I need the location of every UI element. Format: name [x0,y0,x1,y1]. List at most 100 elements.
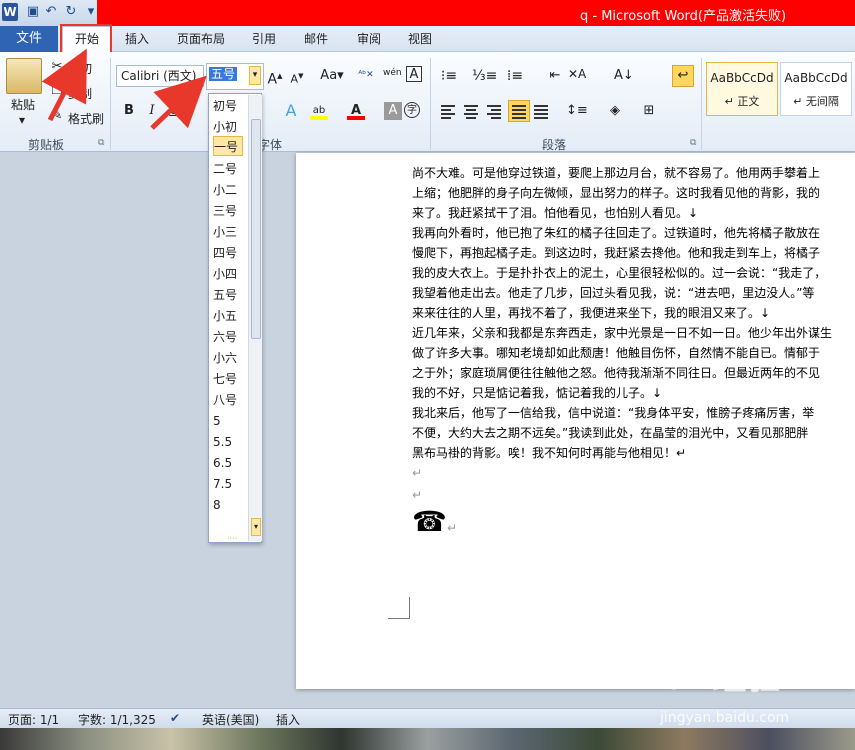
decrease-indent-icon[interactable]: ⇤ [546,67,564,85]
chinese-layout-icon[interactable]: ✕A [568,65,586,83]
tab-insert[interactable]: 插入 [125,31,149,51]
text-effects-icon[interactable]: A [282,102,300,120]
doc-line: 我北来后，他写了一信给我，信中说道：“我身体平安，惟膀子疼痛厉害，举 [412,406,815,420]
show-marks-icon[interactable]: ↩ [672,65,694,87]
page-count[interactable]: 页面: 1/1 [8,711,59,728]
font-size-option[interactable]: 七号 [213,369,243,389]
char-border-icon[interactable]: A [406,66,422,82]
font-size-option[interactable]: 六号 [213,327,243,347]
font-size-option[interactable]: 5.5 [213,432,243,452]
justify-icon[interactable] [508,100,530,122]
copy-button[interactable]: 复制 [68,85,92,102]
underline-icon[interactable]: U [165,102,183,120]
paragraph-launcher-icon[interactable]: ⧉ [690,138,696,148]
paste-icon[interactable] [6,58,42,94]
paste-dropdown-icon[interactable]: ▾ [19,113,25,127]
distributed-icon[interactable] [534,103,552,119]
tab-mailings[interactable]: 邮件 [304,31,328,51]
phonetic-guide-icon[interactable]: wén [383,64,402,82]
undo-icon[interactable]: ↶ [42,3,60,21]
doc-line: 来来往往的人里，再找不着了，我便进来坐下，我的眼泪又来了。↓ [412,306,771,320]
format-painter-button[interactable]: 格式刷 [68,110,104,127]
style-normal[interactable]: AaBbCcDd ↵ 正文 [706,62,778,116]
font-size-option[interactable]: 初号 [213,96,243,116]
font-size-option[interactable]: 三号 [213,201,243,221]
font-size-option[interactable]: 7.5 [213,474,243,494]
change-case-icon[interactable]: Aa▾ [318,67,346,85]
tab-review[interactable]: 审阅 [357,31,381,51]
window-title: q - Microsoft Word(产品激活失败) [580,9,787,24]
grow-font-icon[interactable]: A▲ [266,67,284,88]
font-size-dropdown-arrow-icon[interactable]: ▾ [249,66,261,85]
align-left-icon[interactable] [441,103,459,119]
font-size-option[interactable]: 5 [213,411,243,431]
font-size-option-selected[interactable]: 一号 [213,136,243,156]
title-bar: W ▣ ↶ ↻ ▾ q - Microsoft Word(产品激活失败) [0,0,855,26]
save-icon[interactable]: ▣ [24,3,42,21]
font-size-option[interactable]: 8 [213,495,243,515]
language-indicator[interactable]: 英语(美国) [202,711,259,728]
paste-button[interactable]: 粘贴 [11,96,35,113]
resize-grip-icon[interactable]: ···· [227,534,237,543]
line-spacing-icon[interactable]: ↕≡ [566,102,588,120]
font-size-option[interactable]: 小五 [213,306,243,326]
style-no-spacing-name: ↵ 无间隔 [793,95,839,108]
taskbar-strip [0,728,855,750]
font-size-value: 五号 [209,67,238,81]
copy-icon[interactable]: ❐ [48,82,66,100]
clipboard-launcher-icon[interactable]: ⧉ [98,138,104,148]
font-size-dropdown[interactable]: 五号 ▾ [206,63,264,90]
font-size-option[interactable]: 小二 [213,180,243,200]
italic-icon[interactable]: I [143,102,161,120]
ribbon-tabs: 文件 开始 插入 页面布局 引用 邮件 审阅 视图 [0,26,855,53]
scrollbar-thumb[interactable] [251,119,261,339]
group-separator [701,58,702,150]
redo-icon[interactable]: ↻ [62,3,80,21]
style-no-spacing[interactable]: AaBbCcDd ↵ 无间隔 [780,62,852,116]
bold-icon[interactable]: B [120,102,138,120]
font-size-option[interactable]: 小三 [213,222,243,242]
borders-icon[interactable]: ⊞ [640,102,658,120]
shading-icon[interactable]: ◈ [606,102,624,120]
clipboard-group-label: 剪贴板 [28,138,65,152]
char-shading-icon[interactable]: A [384,102,402,120]
cut-icon[interactable]: ✂ [48,58,66,76]
font-size-option[interactable]: 二号 [213,159,243,179]
shrink-font-icon[interactable]: A▼ [288,67,306,86]
tab-references[interactable]: 引用 [252,31,276,51]
tab-page-layout[interactable]: 页面布局 [177,31,225,51]
tab-file[interactable]: 文件 [0,26,58,52]
bullets-icon[interactable]: ⁝≡ [440,67,458,85]
enclose-char-icon[interactable]: 字 [404,102,420,118]
doc-line: 黑布马褂的背影。唉！我不知何时再能与他相见！↵ [412,446,687,460]
font-size-option[interactable]: 五号 [213,285,243,305]
proofing-icon[interactable]: ✔ [170,711,180,725]
doc-line: 我的皮大衣上。于是扑扑衣上的泥土，心里很轻松似的。过一会说：“我走了， [412,266,827,280]
sort-icon[interactable]: A↓ [614,67,634,85]
cut-button[interactable]: 剪切 [68,60,92,77]
word-count[interactable]: 字数: 1/1,325 [78,711,156,728]
scroll-down-icon[interactable]: ▾ [251,518,261,536]
align-right-icon[interactable] [487,103,505,119]
font-size-option[interactable]: 四号 [213,243,243,263]
style-no-spacing-sample: AaBbCcDd [784,71,848,85]
font-color-icon[interactable]: A [347,102,365,120]
align-center-icon[interactable] [464,103,482,119]
doc-line: 做了许多大事。哪知老境却如此颓唐！他触目伤怀，自然情不能自已。情郁于 [412,346,821,360]
font-size-option[interactable]: 小四 [213,264,243,284]
clear-format-icon[interactable]: ᴬᵇ✕ [357,66,375,84]
font-name-dropdown[interactable]: Calibri (西文) [116,65,204,87]
font-size-option[interactable]: 小六 [213,348,243,368]
font-size-option[interactable]: 八号 [213,390,243,410]
numbering-icon[interactable]: ⅓≡ [472,67,497,85]
doc-line: 上缩；他肥胖的身子向左微倾，显出努力的样子。这时我看见他的背影，我的 [412,186,821,200]
font-size-list[interactable]: 初号 小初 一号 二号 小二 三号 小三 四号 小四 五号 小五 六号 小六 七… [208,93,262,543]
multilevel-list-icon[interactable]: ⁞≡ [506,67,524,85]
font-size-option[interactable]: 小初 [213,117,243,137]
highlight-color-icon[interactable]: ab [310,102,328,120]
format-painter-icon[interactable]: ✎ [48,107,66,125]
tab-view[interactable]: 视图 [408,31,432,51]
insert-mode-indicator[interactable]: 插入 [276,711,300,728]
font-size-option[interactable]: 6.5 [213,453,243,473]
font-size-scrollbar[interactable]: ▾ [248,95,262,541]
